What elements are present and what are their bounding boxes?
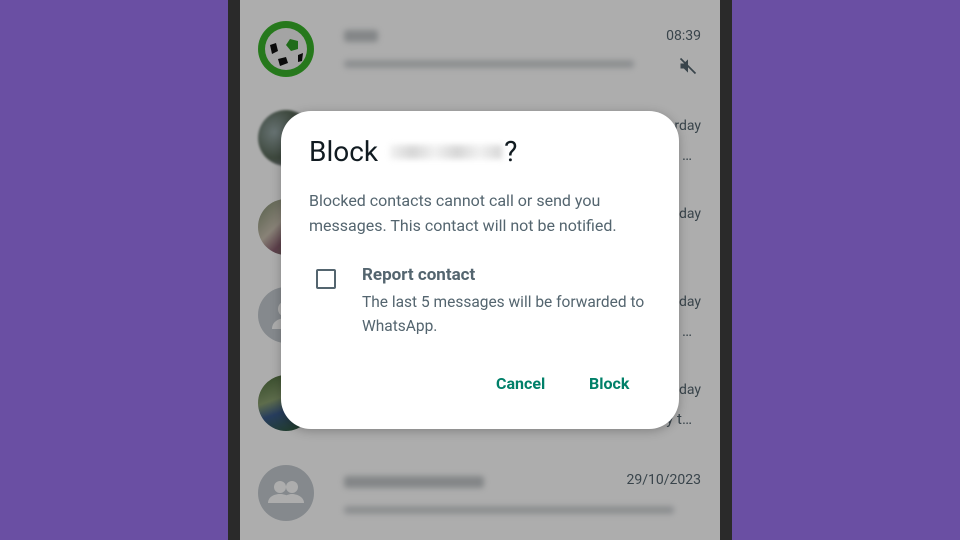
cancel-button[interactable]: Cancel	[496, 374, 545, 393]
report-contact-checkbox[interactable]	[316, 269, 336, 289]
dialog-title-prefix: Block	[309, 135, 379, 168]
report-contact-label[interactable]: Report contact	[362, 265, 475, 285]
block-button[interactable]: Block	[589, 374, 629, 393]
dialog-title-suffix: ?	[504, 135, 518, 168]
dialog-message: Blocked contacts cannot call or send you…	[309, 191, 617, 235]
report-contact-description: The last 5 messages will be forwarded to…	[362, 293, 645, 335]
block-contact-dialog: Block ? Blocked contacts cannot call or …	[281, 111, 679, 429]
contact-name-redacted	[390, 144, 503, 159]
dialog-title: Block ?	[309, 135, 517, 168]
